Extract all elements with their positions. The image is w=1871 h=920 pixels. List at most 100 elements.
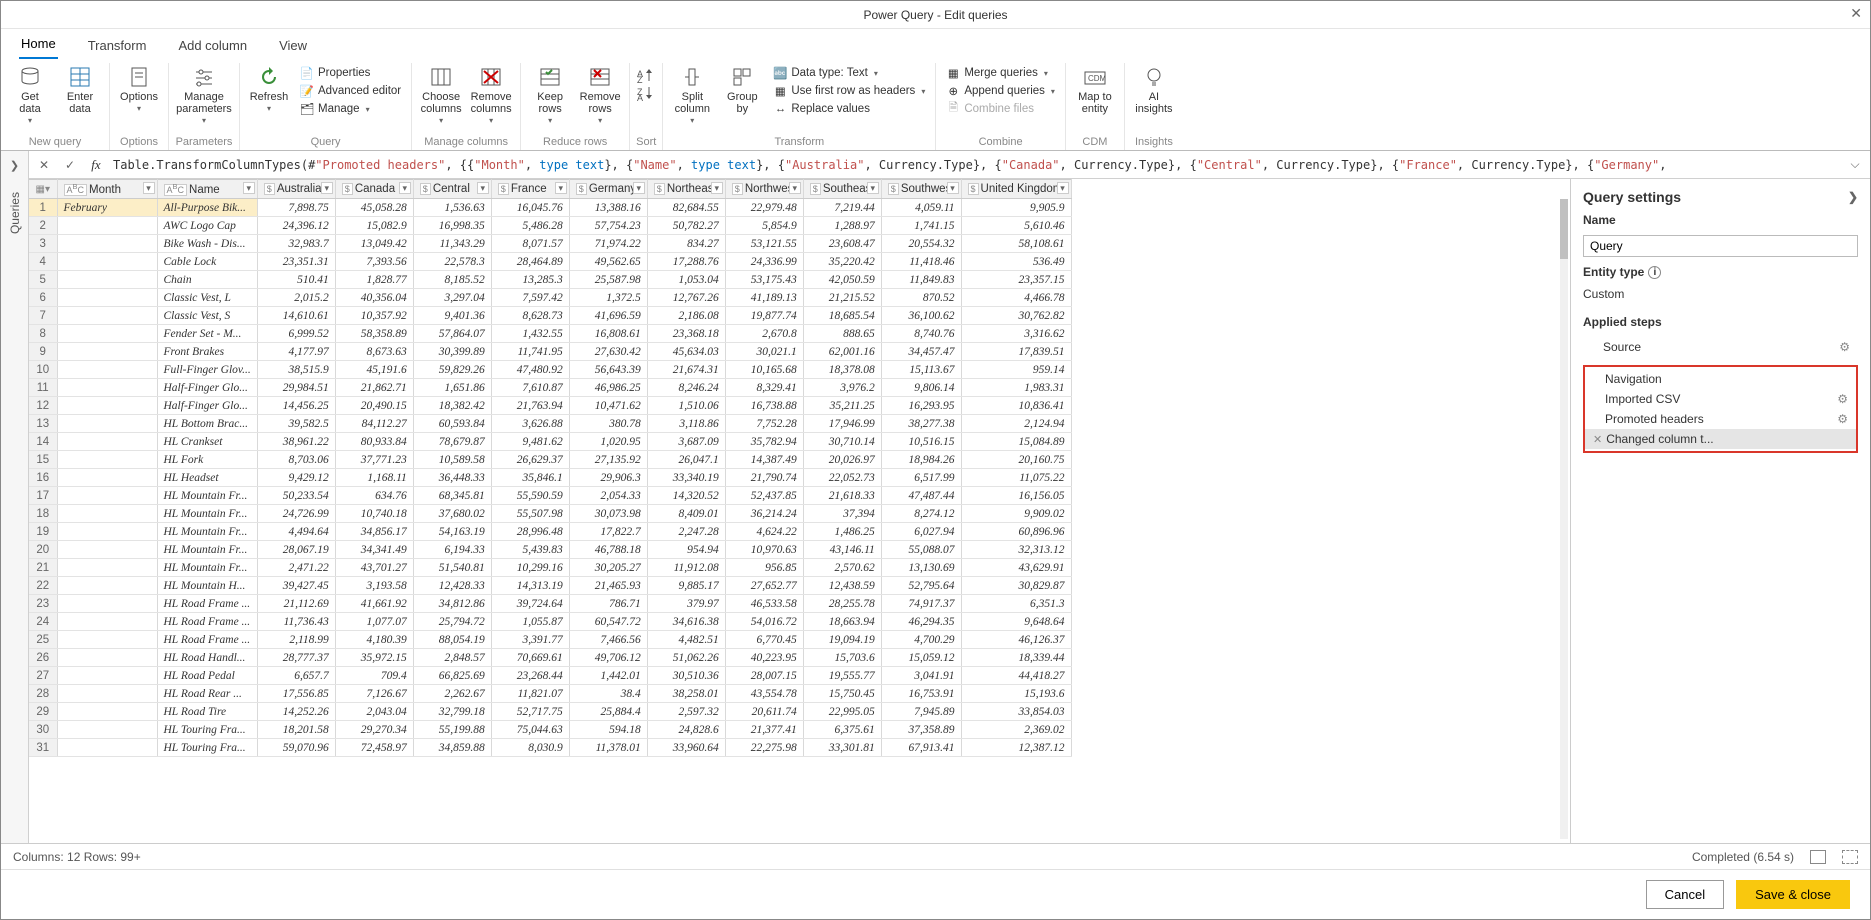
cell[interactable]: 34,856.17 — [335, 523, 413, 541]
group-by-button[interactable]: Group by — [719, 63, 765, 115]
chevron-right-icon[interactable]: ❯ — [1848, 190, 1858, 204]
cell[interactable]: 38.4 — [569, 685, 647, 703]
cell[interactable]: HL Mountain Fr... — [157, 505, 257, 523]
cell[interactable]: 27,652.77 — [725, 577, 803, 595]
cell[interactable]: HL Headset — [157, 469, 257, 487]
cell[interactable]: 14,252.26 — [257, 703, 335, 721]
cell[interactable]: HL Road Tire — [157, 703, 257, 721]
cell[interactable]: 49,706.12 — [569, 649, 647, 667]
table-row[interactable]: 21HL Mountain Fr...2,471.2243,701.2751,5… — [29, 559, 1071, 577]
cell[interactable] — [57, 631, 157, 649]
table-row[interactable]: 17HL Mountain Fr...50,233.54634.7668,345… — [29, 487, 1071, 505]
cell[interactable]: 27,135.92 — [569, 451, 647, 469]
cell[interactable]: 888.65 — [803, 325, 881, 343]
cell[interactable]: 19,555.77 — [803, 667, 881, 685]
cell[interactable]: 18,663.94 — [803, 613, 881, 631]
cell[interactable]: 2,043.04 — [335, 703, 413, 721]
cell[interactable]: 11,418.46 — [881, 253, 961, 271]
remove-columns-button[interactable]: Remove columns▾ — [468, 63, 514, 126]
cell[interactable]: 32,313.12 — [961, 541, 1071, 559]
cell[interactable]: 18,339.44 — [961, 649, 1071, 667]
enter-data-button[interactable]: Enter data — [57, 63, 103, 115]
table-row[interactable]: 27HL Road Pedal6,657.7709.466,825.6923,2… — [29, 667, 1071, 685]
cell[interactable]: Classic Vest, L — [157, 289, 257, 307]
cell[interactable]: 28,255.78 — [803, 595, 881, 613]
type-icon[interactable]: $ — [732, 183, 743, 195]
cell[interactable]: 7,393.56 — [335, 253, 413, 271]
cell[interactable]: 51,540.81 — [413, 559, 491, 577]
row-number[interactable]: 22 — [29, 577, 57, 595]
cell[interactable]: 41,661.92 — [335, 595, 413, 613]
query-name-input[interactable] — [1583, 235, 1858, 257]
cell[interactable]: 37,771.23 — [335, 451, 413, 469]
cell[interactable]: 34,812.86 — [413, 595, 491, 613]
row-number[interactable]: 1 — [29, 199, 57, 217]
table-row[interactable]: 9Front Brakes4,177.978,673.6330,399.8911… — [29, 343, 1071, 361]
table-row[interactable]: 8Fender Set - M...6,999.5258,358.8957,86… — [29, 325, 1071, 343]
cell[interactable]: 42,050.59 — [803, 271, 881, 289]
type-icon[interactable]: $ — [498, 183, 509, 195]
table-row[interactable]: 11Half-Finger Glo...29,984.5121,862.711,… — [29, 379, 1071, 397]
tab-view[interactable]: View — [277, 32, 309, 59]
type-icon[interactable]: $ — [576, 183, 587, 195]
column-header[interactable]: $Germany▾ — [569, 180, 647, 199]
cell[interactable]: HL Road Pedal — [157, 667, 257, 685]
expand-formula-icon[interactable]: ⌵ — [1846, 157, 1864, 172]
cell[interactable]: 1,055.87 — [491, 613, 569, 631]
cell[interactable]: 22,052.73 — [803, 469, 881, 487]
row-number[interactable]: 19 — [29, 523, 57, 541]
cell[interactable]: 7,219.44 — [803, 199, 881, 217]
sort-asc-button[interactable]: AZ — [636, 67, 656, 83]
type-icon[interactable]: $ — [342, 183, 353, 195]
cell[interactable]: 17,288.76 — [647, 253, 725, 271]
cell[interactable]: 51,062.26 — [647, 649, 725, 667]
cell[interactable]: All-Purpose Bik... — [157, 199, 257, 217]
cell[interactable]: 8,274.12 — [881, 505, 961, 523]
cell[interactable]: 8,030.9 — [491, 739, 569, 757]
cell[interactable]: 34,457.47 — [881, 343, 961, 361]
row-number[interactable]: 20 — [29, 541, 57, 559]
table-row[interactable]: 6Classic Vest, L2,015.240,356.043,297.04… — [29, 289, 1071, 307]
cell[interactable]: 4,494.64 — [257, 523, 335, 541]
cell[interactable] — [57, 217, 157, 235]
table-row[interactable]: 7Classic Vest, S14,610.6110,357.929,401.… — [29, 307, 1071, 325]
cell[interactable]: 3,041.91 — [881, 667, 961, 685]
cell[interactable]: 4,177.97 — [257, 343, 335, 361]
cell[interactable]: 7,752.28 — [725, 415, 803, 433]
remove-rows-button[interactable]: Remove rows▾ — [577, 63, 623, 126]
filter-dropdown-icon[interactable]: ▾ — [1057, 182, 1069, 194]
cell[interactable]: 36,214.24 — [725, 505, 803, 523]
filter-dropdown-icon[interactable]: ▾ — [947, 182, 959, 194]
table-row[interactable]: 29HL Road Tire14,252.262,043.0432,799.18… — [29, 703, 1071, 721]
cell[interactable]: 28,007.15 — [725, 667, 803, 685]
step-imported-csv[interactable]: Imported CSV⚙ — [1585, 389, 1856, 409]
cell[interactable]: 6,657.7 — [257, 667, 335, 685]
cell[interactable]: 9,401.36 — [413, 307, 491, 325]
cell[interactable]: 84,112.27 — [335, 415, 413, 433]
cell[interactable]: 17,946.99 — [803, 415, 881, 433]
cell[interactable]: 55,199.88 — [413, 721, 491, 739]
advanced-editor-button[interactable]: 📝Advanced editor — [296, 83, 405, 99]
cell[interactable]: 39,724.64 — [491, 595, 569, 613]
cell[interactable]: 19,094.19 — [803, 631, 881, 649]
type-icon[interactable]: $ — [968, 183, 979, 195]
column-header[interactable]: $United Kingdom▾ — [961, 180, 1071, 199]
cell[interactable]: HL Mountain Fr... — [157, 559, 257, 577]
cell[interactable]: 8,409.01 — [647, 505, 725, 523]
step-changed-column-types[interactable]: ✕Changed column t... — [1585, 429, 1856, 449]
cell[interactable]: 22,275.98 — [725, 739, 803, 757]
cell[interactable]: 55,590.59 — [491, 487, 569, 505]
cell[interactable]: 60,547.72 — [569, 613, 647, 631]
column-header[interactable]: $Australia▾ — [257, 180, 335, 199]
cell[interactable]: 43,701.27 — [335, 559, 413, 577]
row-number[interactable]: 28 — [29, 685, 57, 703]
row-number[interactable]: 18 — [29, 505, 57, 523]
filter-dropdown-icon[interactable]: ▾ — [243, 182, 255, 194]
cell[interactable]: 46,986.25 — [569, 379, 647, 397]
table-row[interactable]: 20HL Mountain Fr...28,067.1934,341.496,1… — [29, 541, 1071, 559]
cell[interactable]: 11,849.83 — [881, 271, 961, 289]
row-number[interactable]: 15 — [29, 451, 57, 469]
cell[interactable]: 67,913.41 — [881, 739, 961, 757]
cell[interactable]: 2,124.94 — [961, 415, 1071, 433]
cell[interactable]: HL Mountain H... — [157, 577, 257, 595]
